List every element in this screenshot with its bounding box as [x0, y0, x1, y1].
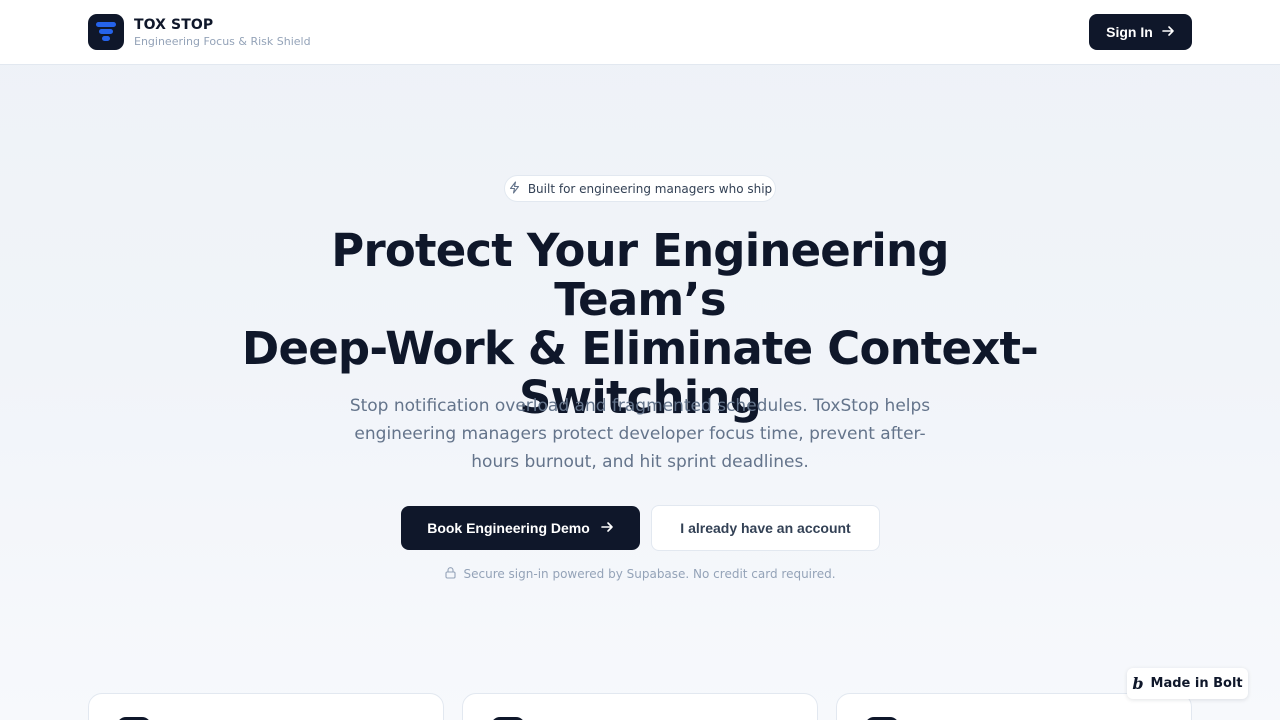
lock-icon: [444, 566, 463, 582]
hero-subtitle: Stop notification overload and fragmente…: [349, 396, 931, 472]
toxstop-logo-icon: [88, 14, 124, 50]
brand-text: TOX STOP Engineering Focus & Risk Shield: [134, 16, 311, 49]
brand-name: TOX STOP: [134, 16, 214, 33]
existing-account-button[interactable]: I already have an account: [651, 505, 880, 551]
landing-page: TOX STOP Engineering Focus & Risk Shield…: [0, 0, 1280, 720]
secure-note: Secure sign-in powered by Supabase. No c…: [440, 565, 840, 583]
made-in-bolt-badge[interactable]: b Made in Bolt: [1127, 668, 1248, 699]
top-nav: TOX STOP Engineering Focus & Risk Shield…: [0, 0, 1280, 65]
feature-card: [462, 693, 818, 720]
sign-in-label: Sign In: [1106, 24, 1153, 40]
badge-text: Built for engineering managers who ship: [527, 181, 773, 196]
feature-card: [88, 693, 444, 720]
audience-badge: Built for engineering managers who ship: [504, 175, 776, 202]
hero-title-line-1: Protect Your Engineering Team’s: [331, 224, 949, 326]
bolt-logo-icon: b: [1132, 674, 1144, 693]
lightning-icon: [508, 180, 528, 197]
brand-tagline: Engineering Focus & Risk Shield: [134, 34, 311, 48]
sign-in-button[interactable]: Sign In: [1089, 14, 1192, 50]
made-in-bolt-label: Made in Bolt: [1150, 676, 1243, 691]
brand[interactable]: TOX STOP Engineering Focus & Risk Shield: [88, 14, 311, 50]
book-demo-button[interactable]: Book Engineering Demo: [401, 506, 640, 550]
hero-title-line-2: Deep-Work & Eliminate Context-: [241, 322, 1039, 375]
arrow-right-icon: [1161, 24, 1175, 41]
book-demo-label: Book Engineering Demo: [427, 520, 590, 536]
arrow-right-icon: [600, 520, 614, 537]
secure-text: Secure sign-in powered by Supabase. No c…: [463, 567, 836, 581]
